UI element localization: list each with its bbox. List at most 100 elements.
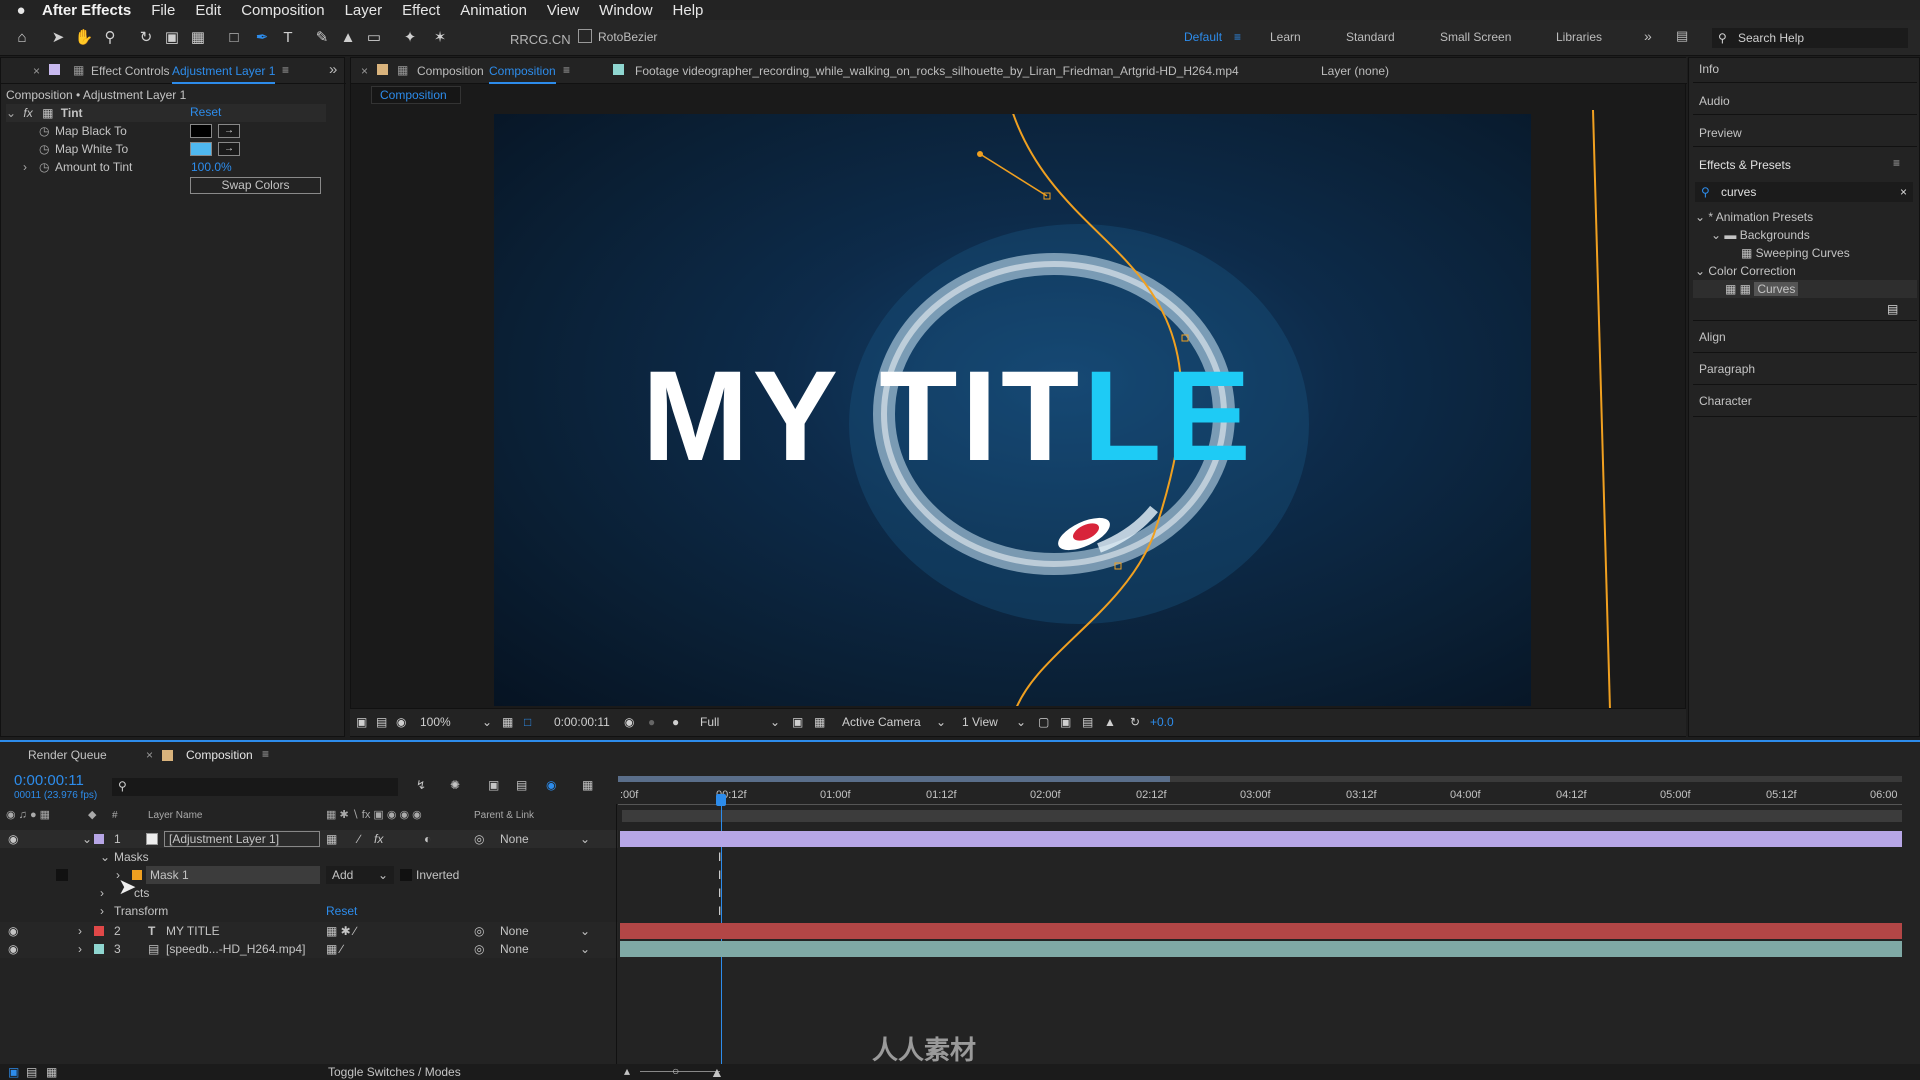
fx-icon[interactable]: fx (23, 106, 32, 120)
reset-exposure-icon[interactable]: ↻ (1130, 715, 1140, 729)
expand-arrow-icon[interactable]: › (100, 886, 104, 900)
chevron-down-icon[interactable]: ⌄ (100, 850, 110, 864)
menu-help[interactable]: Help (673, 2, 704, 19)
sync-settings-icon[interactable]: ▤ (1676, 28, 1688, 44)
transparency-grid-icon[interactable]: □ (524, 715, 531, 729)
keyframe-marker[interactable]: I (718, 868, 721, 882)
layer-row-1[interactable]: ◉ ⌄ 1 [Adjustment Layer 1] ▦ ∕ fx ◐ ◎ No… (0, 830, 618, 848)
map-white-swatch[interactable] (190, 142, 212, 156)
transform-group-label[interactable]: Transform (114, 904, 168, 918)
layer-label-color[interactable] (94, 834, 104, 844)
audio-panel-label[interactable]: Audio (1699, 94, 1730, 108)
comp-tab-label[interactable]: Composition (417, 64, 484, 78)
snapshot-icon[interactable]: ◉ (624, 715, 634, 729)
rotobezier-checkbox[interactable] (578, 29, 592, 43)
pan-behind-tool-icon[interactable]: ▦ (188, 28, 208, 48)
character-panel-label[interactable]: Character (1699, 394, 1752, 408)
parent-select[interactable]: None (500, 832, 529, 846)
effects-presets-label[interactable]: Effects & Presets (1699, 158, 1791, 172)
viewer-timecode[interactable]: 0:00:00:11 (554, 715, 610, 729)
menu-window[interactable]: Window (599, 2, 652, 19)
layer-row-3[interactable]: ◉ › 3 ▤ [speedb...-HD_H264.mp4] ▦ ∕ ◎ No… (0, 940, 618, 958)
preview-panel-label[interactable]: Preview (1699, 126, 1742, 140)
always-preview-icon[interactable]: ▣ (356, 715, 367, 729)
keyframe-marker[interactable]: I (718, 886, 721, 900)
tree-color-correction[interactable]: ⌄ Color Correction (1695, 264, 1796, 278)
stopwatch-icon[interactable]: ◷ (39, 142, 49, 156)
exposure-value[interactable]: +0.0 (1150, 715, 1174, 729)
layer-name[interactable]: [speedb...-HD_H264.mp4] (166, 942, 305, 956)
render-time-icon[interactable]: ▤ (26, 1065, 37, 1079)
camera-select[interactable]: Active Camera (842, 715, 921, 729)
camera-tool-icon[interactable]: ▣ (162, 28, 182, 48)
pen-tool-icon[interactable]: ✒ (252, 28, 272, 48)
app-menu[interactable]: After Effects (42, 2, 131, 19)
effect-controls-tab-label[interactable]: Effect Controls (91, 64, 169, 78)
expand-arrow-icon[interactable]: › (78, 924, 82, 938)
toggle-switches-modes[interactable]: Toggle Switches / Modes (328, 1065, 461, 1079)
inverted-checkbox[interactable] (400, 869, 412, 881)
timeline-nav-area[interactable] (622, 810, 1902, 822)
effect-controls-layer-name[interactable]: Adjustment Layer 1 (172, 64, 276, 84)
mask-row[interactable]: › Mask 1 Add ⌄ Inverted (0, 866, 618, 884)
clear-search-icon[interactable]: × (1900, 182, 1907, 202)
swap-colors-button[interactable]: Swap Colors (190, 177, 321, 194)
home-icon[interactable]: ⌂ (12, 28, 32, 48)
comp-tab-name[interactable]: Composition (489, 64, 556, 84)
brush-tool-icon[interactable]: ✎ (312, 28, 332, 48)
workspace-libraries[interactable]: Libraries (1556, 30, 1602, 44)
zoom-tool-icon[interactable]: ⚲ (100, 28, 120, 48)
workspace-standard[interactable]: Standard (1346, 30, 1395, 44)
pick-whip-icon[interactable]: ◎ (474, 832, 484, 846)
quality-switch-icon[interactable]: ∕ (358, 832, 360, 846)
mask-view-icon[interactable]: ◉ (396, 715, 406, 729)
composition-flowchart-icon[interactable]: ▣ (8, 1065, 19, 1079)
chevron-down-icon[interactable]: ⌄ (580, 924, 590, 938)
effect-reset-link[interactable]: Reset (190, 105, 221, 119)
chevron-down-icon[interactable]: ⌄ (82, 832, 92, 846)
masks-group-label[interactable]: Masks (114, 850, 149, 864)
menu-effect[interactable]: Effect (402, 2, 440, 19)
parent-select[interactable]: None (500, 924, 529, 938)
workspace-menu-icon[interactable]: ≡ (1234, 30, 1241, 44)
chevron-down-icon[interactable]: ⌄ (580, 832, 590, 846)
expand-arrow-icon[interactable]: › (78, 942, 82, 956)
fast-previews-icon[interactable]: ▣ (792, 715, 803, 729)
layer-bar-3[interactable] (620, 941, 1902, 957)
paragraph-panel-label[interactable]: Paragraph (1699, 362, 1755, 376)
region-of-interest-icon[interactable]: ▦ (502, 715, 513, 729)
selection-tool-icon[interactable]: ➤ (48, 28, 68, 48)
toggle-pixel-aspect-icon[interactable]: ▢ (1038, 715, 1049, 729)
chevron-down-icon[interactable]: ⌄ (482, 715, 492, 729)
layer-row-2[interactable]: ◉ › 2 T MY TITLE ▦ ✱ ∕ ◎ None ⌄ (0, 922, 618, 940)
align-panel-label[interactable]: Align (1699, 330, 1726, 344)
layer-name[interactable]: [Adjustment Layer 1] (164, 831, 320, 847)
layer-label-color[interactable] (94, 926, 104, 936)
timeline-timecode[interactable]: 0:00:00:11 (14, 772, 84, 789)
comp-mini-flowchart-icon[interactable]: ↯ (416, 778, 426, 792)
new-bin-icon[interactable]: ▤ (1887, 302, 1898, 316)
close-tab-icon[interactable]: × (146, 748, 153, 762)
roto-brush-tool-icon[interactable]: ✦ (400, 28, 420, 48)
clone-stamp-tool-icon[interactable]: ▲ (338, 28, 358, 48)
panel-menu-icon[interactable]: ≡ (563, 63, 570, 77)
fx-switch-icon[interactable]: fx (374, 832, 383, 846)
chevron-down-icon[interactable]: ⌄ (378, 868, 388, 882)
zoom-slider-thumb[interactable]: ○ (672, 1064, 679, 1078)
stopwatch-icon[interactable]: ◷ (39, 160, 49, 174)
workspace-learn[interactable]: Learn (1270, 30, 1301, 44)
type-tool-icon[interactable]: T (278, 28, 298, 48)
more-workspaces-icon[interactable]: » (1644, 28, 1652, 44)
info-panel-label[interactable]: Info (1699, 62, 1719, 76)
fit-view-icon[interactable]: ▣ (1060, 715, 1071, 729)
expand-arrow-icon[interactable]: › (23, 160, 27, 174)
parent-select[interactable]: None (500, 942, 529, 956)
collapse-switch-icon[interactable]: ▦ ✱ ∕ (326, 924, 356, 938)
menu-file[interactable]: File (151, 2, 175, 19)
zoom-slider[interactable] (640, 1071, 720, 1072)
collapse-switch-icon[interactable]: ▦ ∕ (326, 942, 343, 956)
draft-3d-icon[interactable]: ✺ (450, 778, 460, 792)
layer-search-field[interactable]: ⚲ (112, 778, 398, 796)
shy-layers-icon[interactable]: ▣ (488, 778, 499, 792)
zoom-in-icon[interactable]: ▲ (710, 1064, 724, 1080)
